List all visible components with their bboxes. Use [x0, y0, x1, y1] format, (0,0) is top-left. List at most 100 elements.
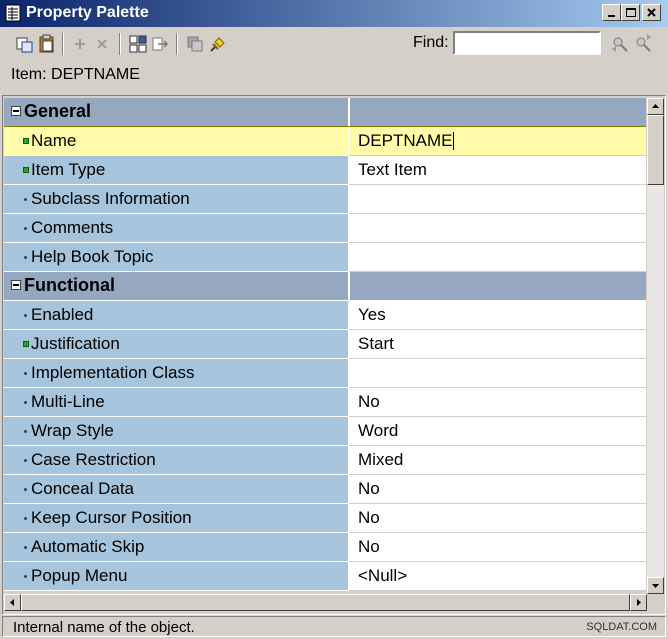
property-value-cell[interactable]: No: [349, 388, 646, 417]
find-next-icon[interactable]: [633, 34, 653, 54]
property-value-cell[interactable]: DEPTNAME: [349, 127, 646, 156]
collapse-icon[interactable]: [11, 106, 21, 116]
property-name-cell[interactable]: Wrap Style: [4, 417, 349, 446]
property-value-cell[interactable]: [349, 185, 646, 214]
property-row[interactable]: Case Restriction Mixed: [4, 446, 646, 475]
property-value: No: [358, 479, 380, 498]
property-name-cell[interactable]: Item Type: [4, 156, 349, 185]
property-name-cell[interactable]: Popup Menu: [4, 562, 349, 591]
property-value-cell[interactable]: Mixed: [349, 446, 646, 475]
window-title: Property Palette: [26, 4, 149, 21]
property-row[interactable]: Justification Start: [4, 330, 646, 359]
property-value-cell[interactable]: Yes: [349, 301, 646, 330]
toolbar-separator: [62, 33, 64, 55]
property-row[interactable]: Wrap Style Word: [4, 417, 646, 446]
scroll-right-button[interactable]: [630, 594, 647, 611]
property-value-cell[interactable]: <Null>: [349, 562, 646, 591]
default-property-icon: [24, 401, 27, 404]
find-input[interactable]: [453, 31, 601, 55]
property-name-cell[interactable]: Subclass Information: [4, 185, 349, 214]
scroll-down-button[interactable]: [647, 577, 664, 594]
property-name-cell[interactable]: Implementation Class: [4, 359, 349, 388]
property-name-cell[interactable]: Enabled: [4, 301, 349, 330]
property-row[interactable]: Conceal Data No: [4, 475, 646, 504]
property-palette-icon: [5, 4, 21, 22]
property-name-cell[interactable]: Comments: [4, 214, 349, 243]
property-row[interactable]: Keep Cursor Position No: [4, 504, 646, 533]
add-property-icon[interactable]: [70, 34, 90, 54]
vertical-scrollbar[interactable]: [647, 98, 664, 594]
section-header-cell[interactable]: General: [4, 98, 349, 127]
horizontal-scrollbar[interactable]: [4, 594, 647, 611]
property-value-cell[interactable]: [349, 359, 646, 388]
property-name: Name: [31, 131, 77, 150]
vertical-scroll-thumb[interactable]: [647, 115, 664, 185]
property-row[interactable]: Automatic Skip No: [4, 533, 646, 562]
status-bar: Internal name of the object. SQLDAT.COM: [2, 616, 666, 637]
modified-property-icon: [23, 167, 29, 173]
collapse-icon[interactable]: [11, 280, 21, 290]
close-icon: [647, 8, 656, 17]
property-name-cell[interactable]: Justification: [4, 330, 349, 359]
maximize-button[interactable]: [621, 4, 640, 21]
default-property-icon: [24, 198, 27, 201]
property-name: Subclass Information: [31, 189, 190, 208]
scroll-left-button[interactable]: [4, 594, 21, 611]
default-property-icon: [24, 546, 27, 549]
property-section-row[interactable]: Functional: [4, 272, 646, 301]
property-name-cell[interactable]: Automatic Skip: [4, 533, 349, 562]
minimize-button[interactable]: [602, 4, 621, 21]
property-row[interactable]: Item Type Text Item: [4, 156, 646, 185]
inherit-icon[interactable]: [150, 34, 170, 54]
default-property-icon: [24, 372, 27, 375]
property-name: Comments: [31, 218, 114, 237]
property-name-cell[interactable]: Conceal Data: [4, 475, 349, 504]
minimize-icon: [608, 15, 615, 17]
property-value-cell[interactable]: [349, 243, 646, 272]
toolbar-separator: [176, 33, 178, 55]
property-value: No: [358, 392, 380, 411]
title-bar[interactable]: Property Palette: [0, 0, 668, 27]
property-name: Implementation Class: [31, 363, 195, 382]
property-row[interactable]: Subclass Information: [4, 185, 646, 214]
property-name: Multi-Line: [31, 392, 105, 411]
property-name-cell[interactable]: Case Restriction: [4, 446, 349, 475]
property-row[interactable]: Enabled Yes: [4, 301, 646, 330]
scrollbar-corner: [647, 594, 664, 611]
property-row[interactable]: Implementation Class: [4, 359, 646, 388]
property-row[interactable]: Name DEPTNAME: [4, 126, 646, 157]
paste-properties-icon[interactable]: [37, 34, 57, 54]
property-name-cell[interactable]: Multi-Line: [4, 388, 349, 417]
modified-property-icon: [23, 341, 29, 347]
delete-property-icon[interactable]: [92, 34, 112, 54]
section-header-cell[interactable]: Functional: [4, 272, 349, 301]
property-name: Case Restriction: [31, 450, 156, 469]
arrow-left-icon: [10, 599, 14, 606]
property-value-cell[interactable]: [349, 214, 646, 243]
property-row[interactable]: Multi-Line No: [4, 388, 646, 417]
property-value-cell[interactable]: Text Item: [349, 156, 646, 185]
property-row[interactable]: Popup Menu <Null>: [4, 562, 646, 591]
property-row[interactable]: Comments: [4, 214, 646, 243]
property-value-cell[interactable]: No: [349, 504, 646, 533]
freeze-icon[interactable]: [207, 34, 227, 54]
property-row[interactable]: Help Book Topic: [4, 243, 646, 272]
intersection-union-icon[interactable]: [185, 34, 205, 54]
default-property-icon: [24, 256, 27, 259]
property-value-cell[interactable]: Word: [349, 417, 646, 446]
property-class-icon[interactable]: [128, 34, 148, 54]
property-name-cell[interactable]: Name: [4, 127, 349, 156]
horizontal-scroll-thumb[interactable]: [21, 594, 630, 611]
property-value-cell[interactable]: No: [349, 475, 646, 504]
property-name: Popup Menu: [31, 566, 128, 585]
property-value-cell[interactable]: Start: [349, 330, 646, 359]
property-section-row[interactable]: General: [4, 98, 646, 127]
property-value-cell[interactable]: No: [349, 533, 646, 562]
close-button[interactable]: [642, 4, 661, 21]
scroll-up-button[interactable]: [647, 98, 664, 115]
property-name-cell[interactable]: Keep Cursor Position: [4, 504, 349, 533]
property-name-cell[interactable]: Help Book Topic: [4, 243, 349, 272]
property-palette-window: Property Palette Find: Item: DEPTNAME Ge…: [0, 0, 668, 639]
copy-properties-icon[interactable]: [15, 34, 35, 54]
find-previous-icon[interactable]: [610, 34, 630, 54]
